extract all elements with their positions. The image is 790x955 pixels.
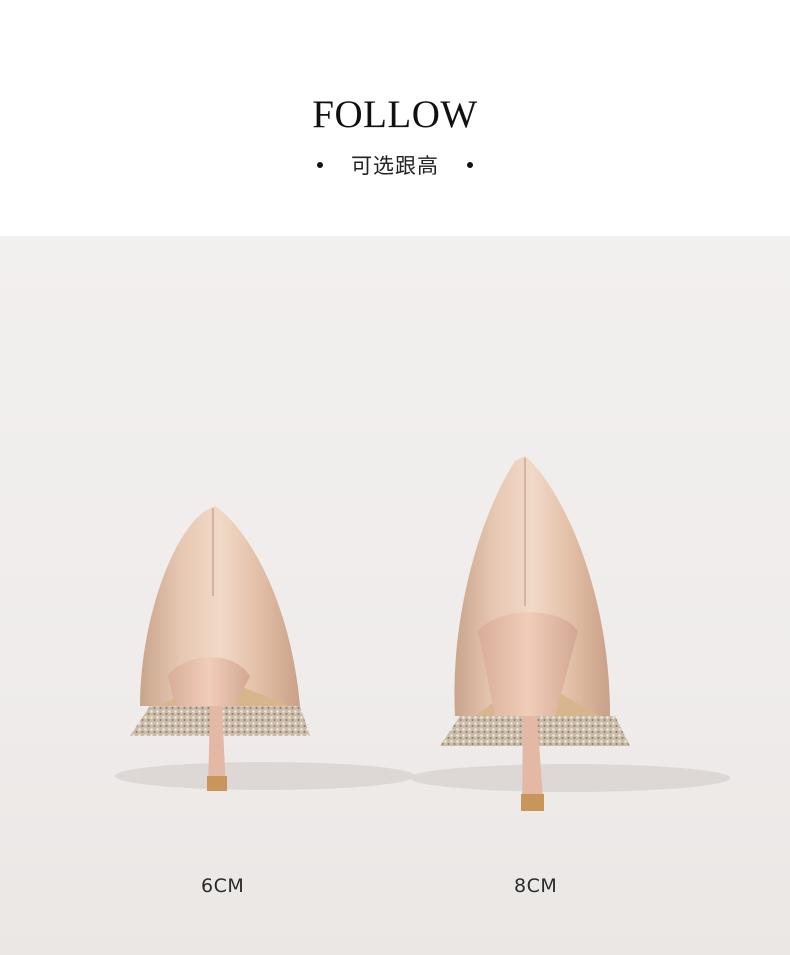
- bullet-dot-right: [467, 162, 473, 168]
- shoe-8cm: [440, 456, 630, 811]
- subtitle-row: 可选跟高: [0, 150, 790, 180]
- header: FOLLOW 可选跟高: [0, 0, 790, 236]
- bullet-dot-left: [317, 162, 323, 168]
- shoe-6cm: [130, 506, 310, 791]
- shadow-left: [115, 762, 415, 790]
- shadow-right: [410, 764, 730, 792]
- product-photo: 6CM 8CM: [0, 236, 790, 955]
- heel-height-label-8cm: 8CM: [514, 875, 558, 897]
- heel-height-label-6cm: 6CM: [201, 875, 245, 897]
- subtitle: 可选跟高: [351, 154, 439, 178]
- shoes-illustration: [115, 456, 730, 811]
- page-title: FOLLOW: [312, 93, 478, 136]
